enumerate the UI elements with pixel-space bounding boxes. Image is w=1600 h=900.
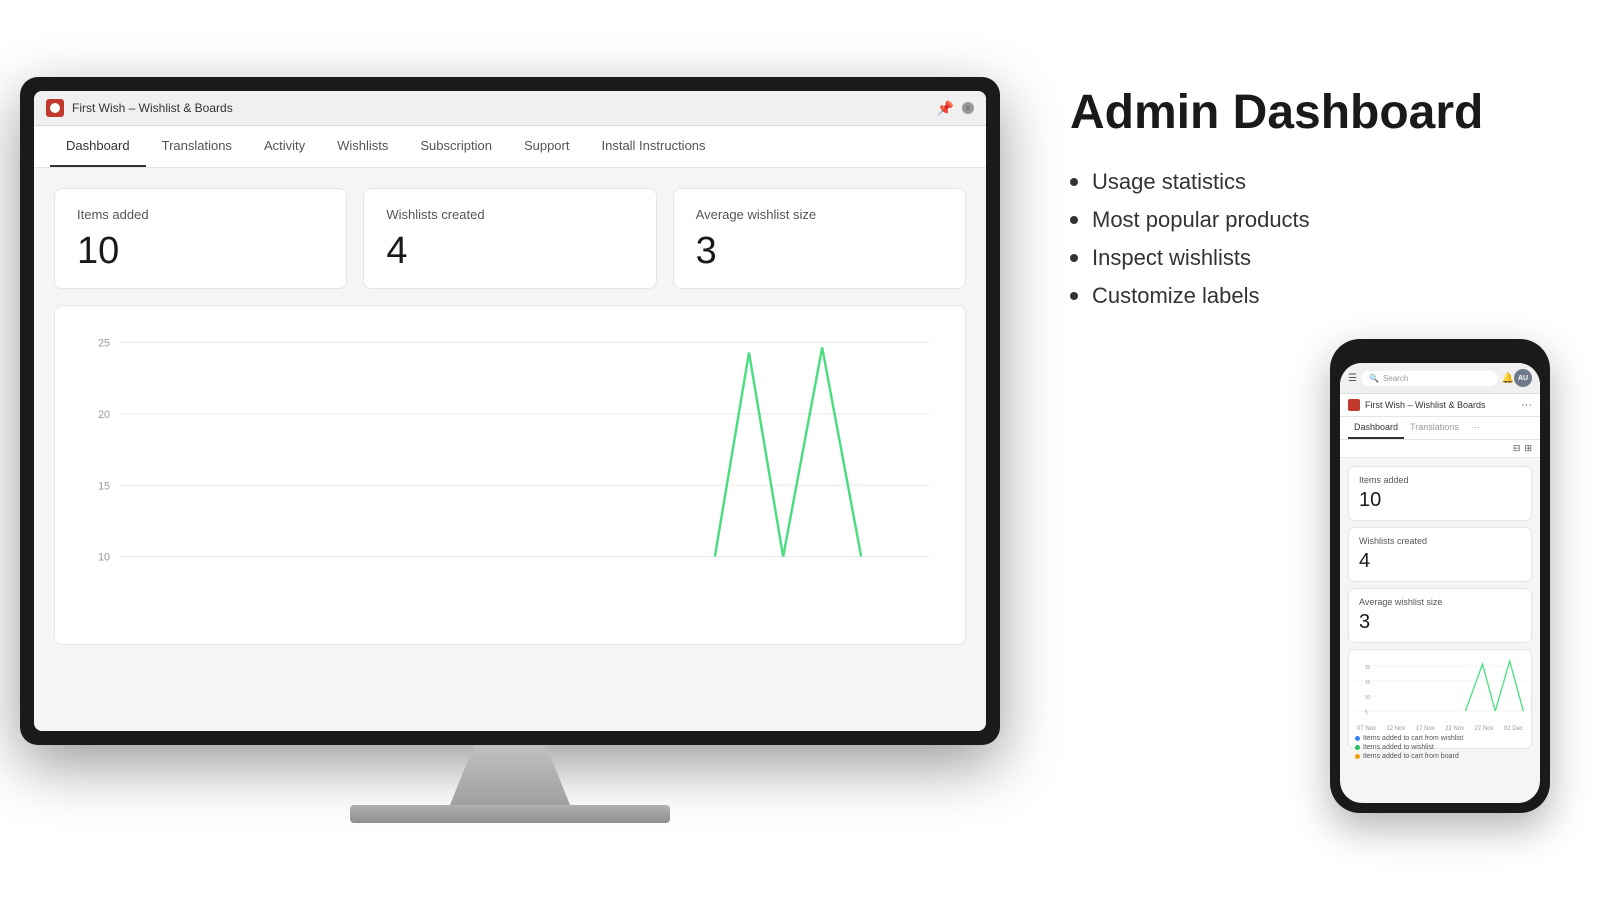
right-section: Admin Dashboard Usage statistics Most po… xyxy=(1020,47,1600,854)
phone-legend-dot-yellow xyxy=(1355,754,1360,759)
phone-stat-label-wishlists-created: Wishlists created xyxy=(1359,536,1521,546)
bullet-icon xyxy=(1070,292,1078,300)
phone-stat-label-items-added: Items added xyxy=(1359,475,1521,485)
close-icon[interactable]: ✕ xyxy=(962,102,974,114)
phone-search-bar: 🔍 Search xyxy=(1361,371,1498,386)
phone-bell-icon: 🔔 xyxy=(1502,373,1514,384)
phone-toolbar: ⊟ ⊞ xyxy=(1340,440,1540,458)
phone-nav-translations[interactable]: Translations xyxy=(1404,417,1465,439)
phone-legend: Items added to cart from wishlist Items … xyxy=(1355,735,1525,760)
phone-wrapper: ☰ 🔍 Search 🔔 AU First Wish – Wishlist & … xyxy=(1070,339,1550,813)
phone-search-icon: 🔍 xyxy=(1369,374,1379,383)
phone-legend-label-wishlist: Items added to wishlist xyxy=(1363,744,1434,751)
phone-stat-value-avg-wishlist-size: 3 xyxy=(1359,611,1521,634)
bullet-icon xyxy=(1070,254,1078,262)
phone-app-logo-icon xyxy=(1348,399,1360,411)
phone-screen: ☰ 🔍 Search 🔔 AU First Wish – Wishlist & … xyxy=(1340,363,1540,803)
phone-stat-card-items-added: Items added 10 xyxy=(1348,466,1532,521)
stat-value-items-added: 10 xyxy=(77,232,324,270)
phone-nav: Dashboard Translations ··· xyxy=(1340,417,1540,440)
phone-stat-value-items-added: 10 xyxy=(1359,489,1521,512)
nav-wishlists[interactable]: Wishlists xyxy=(321,126,404,167)
browser-chrome: First Wish – Wishlist & Boards 📌 ✕ xyxy=(34,91,986,126)
monitor-screen: First Wish – Wishlist & Boards 📌 ✕ Dashb… xyxy=(34,91,986,731)
chart-svg: 25 20 15 10 xyxy=(71,322,949,628)
phone-menu-icon: ☰ xyxy=(1348,373,1357,384)
phone-stat-value-wishlists-created: 4 xyxy=(1359,550,1521,573)
nav-subscription[interactable]: Subscription xyxy=(404,126,508,167)
nav-translations[interactable]: Translations xyxy=(146,126,248,167)
monitor-body: First Wish – Wishlist & Boards 📌 ✕ Dashb… xyxy=(20,77,1000,745)
bullet-icon xyxy=(1070,178,1078,186)
stat-card-wishlists-created: Wishlists created 4 xyxy=(363,188,656,289)
svg-text:20: 20 xyxy=(98,409,110,421)
feature-label-popular: Most popular products xyxy=(1092,207,1310,233)
phone-legend-item-cart-wishlist: Items added to cart from wishlist xyxy=(1355,735,1525,742)
stat-card-items-added: Items added 10 xyxy=(54,188,347,289)
monitor-wrapper: First Wish – Wishlist & Boards 📌 ✕ Dashb… xyxy=(20,77,1000,823)
phone-app-title: First Wish – Wishlist & Boards xyxy=(1365,400,1486,410)
feature-list: Usage statistics Most popular products I… xyxy=(1070,169,1550,309)
svg-text:10: 10 xyxy=(1365,695,1370,700)
nav-dashboard[interactable]: Dashboard xyxy=(50,126,146,167)
app-nav: Dashboard Translations Activity Wishlist… xyxy=(34,126,986,168)
svg-text:5: 5 xyxy=(1365,710,1368,715)
pin-icon: 📌 xyxy=(937,100,954,117)
phone-legend-label-cart-wishlist: Items added to cart from wishlist xyxy=(1363,735,1463,742)
monitor-section: First Wish – Wishlist & Boards 📌 ✕ Dashb… xyxy=(0,0,1020,900)
stat-value-avg-wishlist-size: 3 xyxy=(696,232,943,270)
phone-avatar: AU xyxy=(1514,369,1532,387)
nav-support[interactable]: Support xyxy=(508,126,586,167)
feature-label-customize: Customize labels xyxy=(1092,283,1260,309)
phone-app-header: First Wish – Wishlist & Boards ··· xyxy=(1340,394,1540,417)
svg-text:10: 10 xyxy=(98,551,110,563)
phone-body: ☰ 🔍 Search 🔔 AU First Wish – Wishlist & … xyxy=(1330,339,1550,813)
app-content: Items added 10 Wishlists created 4 Avera… xyxy=(34,168,986,720)
feature-item-customize: Customize labels xyxy=(1070,283,1550,309)
stat-cards: Items added 10 Wishlists created 4 Avera… xyxy=(54,188,966,289)
svg-text:25: 25 xyxy=(98,337,110,349)
chart-container: 25 20 15 10 xyxy=(54,305,966,645)
phone-stat-label-avg-wishlist-size: Average wishlist size xyxy=(1359,597,1521,607)
phone-search-text: Search xyxy=(1383,374,1408,383)
phone-filter-icon: ⊟ xyxy=(1513,443,1521,454)
phone-chart: 25 15 10 5 07 Nov 12 Nov 17 Nov xyxy=(1348,649,1532,749)
monitor-base xyxy=(350,805,670,823)
phone-grid-icon: ⊞ xyxy=(1524,443,1532,454)
phone-legend-label-cart-board: Items added to cart from board xyxy=(1363,753,1459,760)
phone-legend-item-cart-board: Items added to cart from board xyxy=(1355,753,1525,760)
phone-notch xyxy=(1410,349,1470,359)
phone-legend-dot-green xyxy=(1355,745,1360,750)
phone-legend-item-wishlist: Items added to wishlist xyxy=(1355,744,1525,751)
phone-content: Items added 10 Wishlists created 4 Avera… xyxy=(1340,458,1540,757)
bullet-icon xyxy=(1070,216,1078,224)
admin-title: Admin Dashboard xyxy=(1070,87,1550,140)
browser-title: First Wish – Wishlist & Boards xyxy=(72,101,929,115)
nav-activity[interactable]: Activity xyxy=(248,126,321,167)
phone-legend-dot-blue xyxy=(1355,736,1360,741)
phone-stat-card-wishlists-created: Wishlists created 4 xyxy=(1348,527,1532,582)
feature-item-popular: Most popular products xyxy=(1070,207,1550,233)
svg-text:15: 15 xyxy=(98,480,110,492)
phone-more-icon: ··· xyxy=(1521,399,1532,411)
phone-nav-more[interactable]: ··· xyxy=(1465,417,1486,439)
svg-text:25: 25 xyxy=(1365,665,1370,670)
stat-label-wishlists-created: Wishlists created xyxy=(386,207,633,222)
stat-label-items-added: Items added xyxy=(77,207,324,222)
nav-install-instructions[interactable]: Install Instructions xyxy=(585,126,721,167)
stat-label-avg-wishlist-size: Average wishlist size xyxy=(696,207,943,222)
stat-value-wishlists-created: 4 xyxy=(386,232,633,270)
stat-card-avg-wishlist-size: Average wishlist size 3 xyxy=(673,188,966,289)
svg-text:15: 15 xyxy=(1365,680,1370,685)
feature-item-inspect: Inspect wishlists xyxy=(1070,245,1550,271)
feature-label-usage: Usage statistics xyxy=(1092,169,1246,195)
app-logo-icon xyxy=(46,99,64,117)
feature-label-inspect: Inspect wishlists xyxy=(1092,245,1251,271)
phone-nav-dashboard[interactable]: Dashboard xyxy=(1348,417,1404,439)
phone-stat-card-avg-wishlist-size: Average wishlist size 3 xyxy=(1348,588,1532,643)
phone-browser-chrome: ☰ 🔍 Search 🔔 AU xyxy=(1340,363,1540,394)
phone-chart-svg: 25 15 10 5 xyxy=(1355,656,1525,726)
feature-item-usage: Usage statistics xyxy=(1070,169,1550,195)
monitor-stand xyxy=(450,745,570,805)
